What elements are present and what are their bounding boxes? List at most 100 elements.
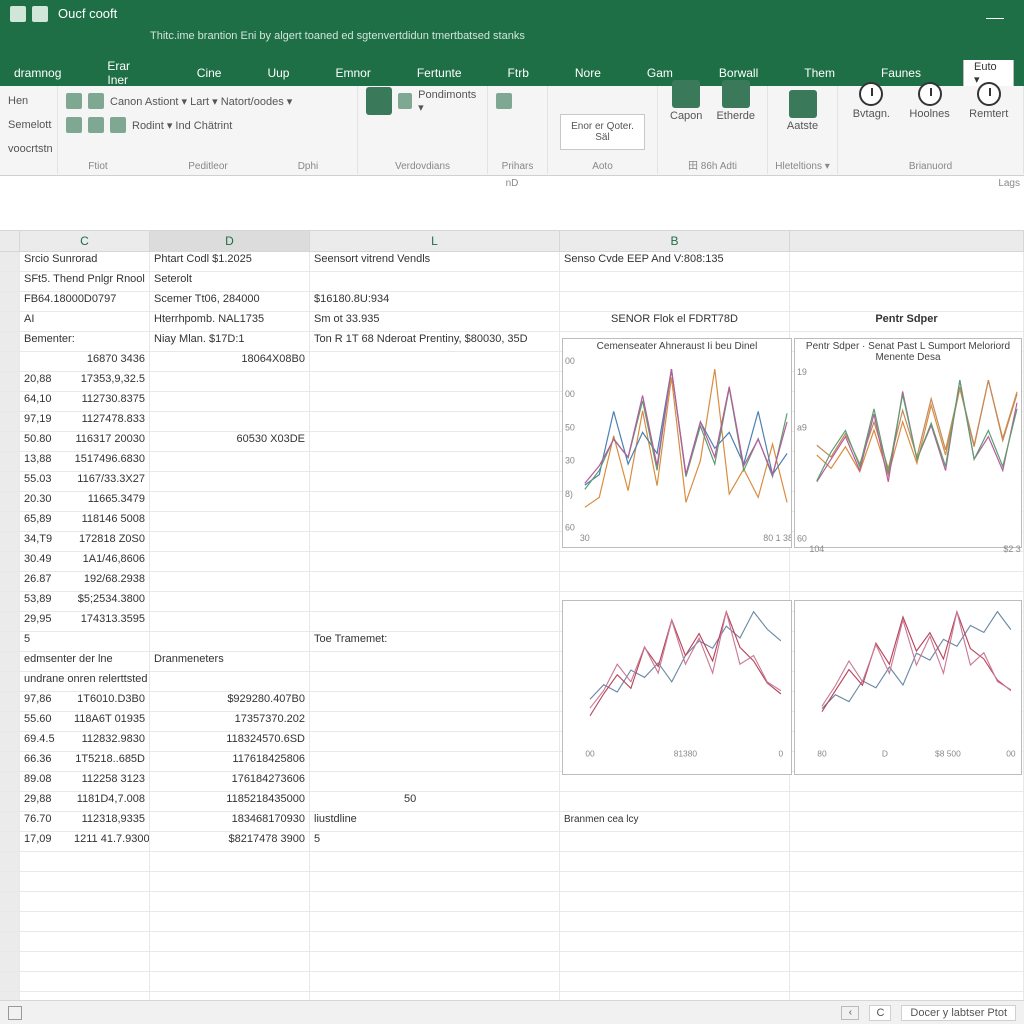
- grid-body[interactable]: Srcio SunroradPhtart Codl $1.2025Seensor…: [0, 252, 1024, 952]
- table-row[interactable]: 1167/33.3X27: [70, 472, 150, 491]
- hoolnes-button[interactable]: Hoolnes: [905, 82, 953, 120]
- tab-ftrb[interactable]: Ftrb: [504, 64, 533, 82]
- table-row[interactable]: 69.4.5: [20, 732, 70, 751]
- col-B[interactable]: B: [560, 231, 790, 251]
- cell-D5[interactable]: Niay Mlan. $17D:1: [150, 332, 310, 351]
- bvtagn-button[interactable]: Bvtagn.: [849, 82, 894, 120]
- table-row[interactable]: 118A6T 01935: [70, 712, 150, 731]
- remtert-button[interactable]: Remtert: [965, 82, 1012, 120]
- table-row[interactable]: [150, 472, 310, 491]
- table-row[interactable]: [150, 552, 310, 571]
- table-row[interactable]: 1211 41.7.9300: [70, 832, 150, 851]
- table-row[interactable]: 1127478.833: [70, 412, 150, 431]
- table-row[interactable]: 66.36: [20, 752, 70, 771]
- cell-C3[interactable]: FB64.18000D0797: [20, 292, 150, 311]
- table-row[interactable]: 1A1/46,8606: [70, 552, 150, 571]
- cell-D1[interactable]: Phtart Codl $1.2025: [150, 252, 310, 271]
- table-row[interactable]: 17357370.202: [150, 712, 310, 731]
- tab-erariner[interactable]: Erar Iner: [103, 57, 154, 89]
- table-row[interactable]: [310, 752, 560, 771]
- table-row[interactable]: 18064X08B0: [150, 352, 310, 371]
- indent2-icon[interactable]: [88, 117, 104, 133]
- cell-P4[interactable]: Pentr Sdper: [790, 312, 1024, 331]
- cell-L3[interactable]: $16180.8U:934: [310, 292, 560, 311]
- table-row[interactable]: 118146 5008: [70, 512, 150, 531]
- table-row[interactable]: 192/68.2938: [70, 572, 150, 591]
- table-row[interactable]: [150, 392, 310, 411]
- table-row[interactable]: 17353,9,32.5: [70, 372, 150, 391]
- table-row[interactable]: [150, 592, 310, 611]
- table-row[interactable]: 112318,9335: [70, 812, 150, 831]
- table-row[interactable]: 5: [310, 832, 560, 851]
- indent3-icon[interactable]: [110, 117, 126, 133]
- cell-D21[interactable]: Dranmeneters: [150, 652, 310, 671]
- table-row[interactable]: 60530 X03DE: [150, 432, 310, 451]
- table-row[interactable]: 30.49: [20, 552, 70, 571]
- table-row[interactable]: $8217478 3900: [150, 832, 310, 851]
- table-row[interactable]: 34,T9: [20, 532, 70, 551]
- table-row[interactable]: 29,95: [20, 612, 70, 631]
- table-row[interactable]: $5;2534.3800: [70, 592, 150, 611]
- table-row[interactable]: 172818 Z0S0: [70, 532, 150, 551]
- table-row[interactable]: 65,89: [20, 512, 70, 531]
- cell-L1[interactable]: Seensort vitrend Vendls: [310, 252, 560, 271]
- tab-nore[interactable]: Nore: [571, 64, 605, 82]
- indent-icon[interactable]: [66, 117, 82, 133]
- table-row[interactable]: 16870 3436: [70, 352, 150, 371]
- table-row[interactable]: 112258 3123: [70, 772, 150, 791]
- cell-L5[interactable]: Ton R 1T 68 Nderoat Prentiny, $80030, 35…: [310, 332, 560, 351]
- ribbon-left-hen[interactable]: Hen: [8, 95, 28, 107]
- ribbon-left-voocrtstn[interactable]: voocrtstn: [8, 143, 53, 155]
- chart-top-left[interactable]: Cemenseater Ahneraust Ii beu Dinel 00005…: [562, 338, 792, 548]
- cell-D4[interactable]: Hterrhpomb. NAL1735: [150, 312, 310, 331]
- table-row[interactable]: 20,88: [20, 372, 70, 391]
- table-row[interactable]: 76.70: [20, 812, 70, 831]
- table-row[interactable]: $929280.407B0: [150, 692, 310, 711]
- cell-C4[interactable]: AI: [20, 312, 150, 331]
- table-row[interactable]: 26.87: [20, 572, 70, 591]
- table-row[interactable]: 1517496.6830: [70, 452, 150, 471]
- table-row[interactable]: [150, 372, 310, 391]
- tab-fertunte[interactable]: Fertunte: [413, 64, 466, 82]
- col-C[interactable]: C: [20, 231, 150, 251]
- table-row[interactable]: 55.03: [20, 472, 70, 491]
- ribbon-pondimonts[interactable]: Pondimonts ▾: [418, 89, 479, 114]
- table-row[interactable]: 1185218435000: [150, 792, 310, 811]
- select-all-corner[interactable]: [0, 231, 20, 251]
- table-row[interactable]: 55.60: [20, 712, 70, 731]
- col-extra[interactable]: [790, 231, 1024, 251]
- chart-icon[interactable]: [366, 87, 392, 115]
- chart-bottom-left[interactable]: 00813800: [562, 600, 792, 775]
- cell-C5[interactable]: Bementer:: [20, 332, 150, 351]
- status-view-button[interactable]: Docer y labtser Ptot: [901, 1005, 1016, 1021]
- table-row[interactable]: [150, 492, 310, 511]
- tab-them[interactable]: Them: [800, 64, 839, 82]
- ribbon-rodint[interactable]: Rodint ▾ Ind Chätrint: [132, 119, 232, 132]
- tab-uup[interactable]: Uup: [263, 64, 293, 82]
- table-row[interactable]: 176184273606: [150, 772, 310, 791]
- cell-block2-lead[interactable]: 5: [20, 632, 150, 651]
- tab-faunes[interactable]: Faunes: [877, 64, 925, 82]
- table-row[interactable]: 1T6010.D3B0: [70, 692, 150, 711]
- table-row[interactable]: [150, 452, 310, 471]
- table-row[interactable]: 183468170930: [150, 812, 310, 831]
- table-row[interactable]: [310, 772, 560, 791]
- table-row[interactable]: 1T5218..685D: [70, 752, 150, 771]
- table-row[interactable]: liustdline: [310, 812, 560, 831]
- table-row[interactable]: 29,88: [20, 792, 70, 811]
- cell-B1[interactable]: Senso Cvde EEP And V:808:135: [560, 252, 790, 271]
- cell-L20[interactable]: Toe Tramemet:: [310, 632, 560, 651]
- table-row[interactable]: 20.30: [20, 492, 70, 511]
- table-row[interactable]: [20, 352, 70, 371]
- ribbon-left-semelott[interactable]: Semelott: [8, 119, 51, 131]
- cell-D3[interactable]: Scemer Tt06, 284000: [150, 292, 310, 311]
- table-row[interactable]: 1181D4,7.008: [70, 792, 150, 811]
- cell-C1[interactable]: Srcio Sunrorad: [20, 252, 150, 271]
- table-row[interactable]: 174313.3595: [70, 612, 150, 631]
- table-row[interactable]: 50: [310, 792, 560, 811]
- table-row[interactable]: 50.80: [20, 432, 70, 451]
- table-row[interactable]: 112730.8375: [70, 392, 150, 411]
- capon-button[interactable]: Capon: [666, 80, 706, 122]
- table-row[interactable]: 112832.9830: [70, 732, 150, 751]
- table-row[interactable]: 117618425806: [150, 752, 310, 771]
